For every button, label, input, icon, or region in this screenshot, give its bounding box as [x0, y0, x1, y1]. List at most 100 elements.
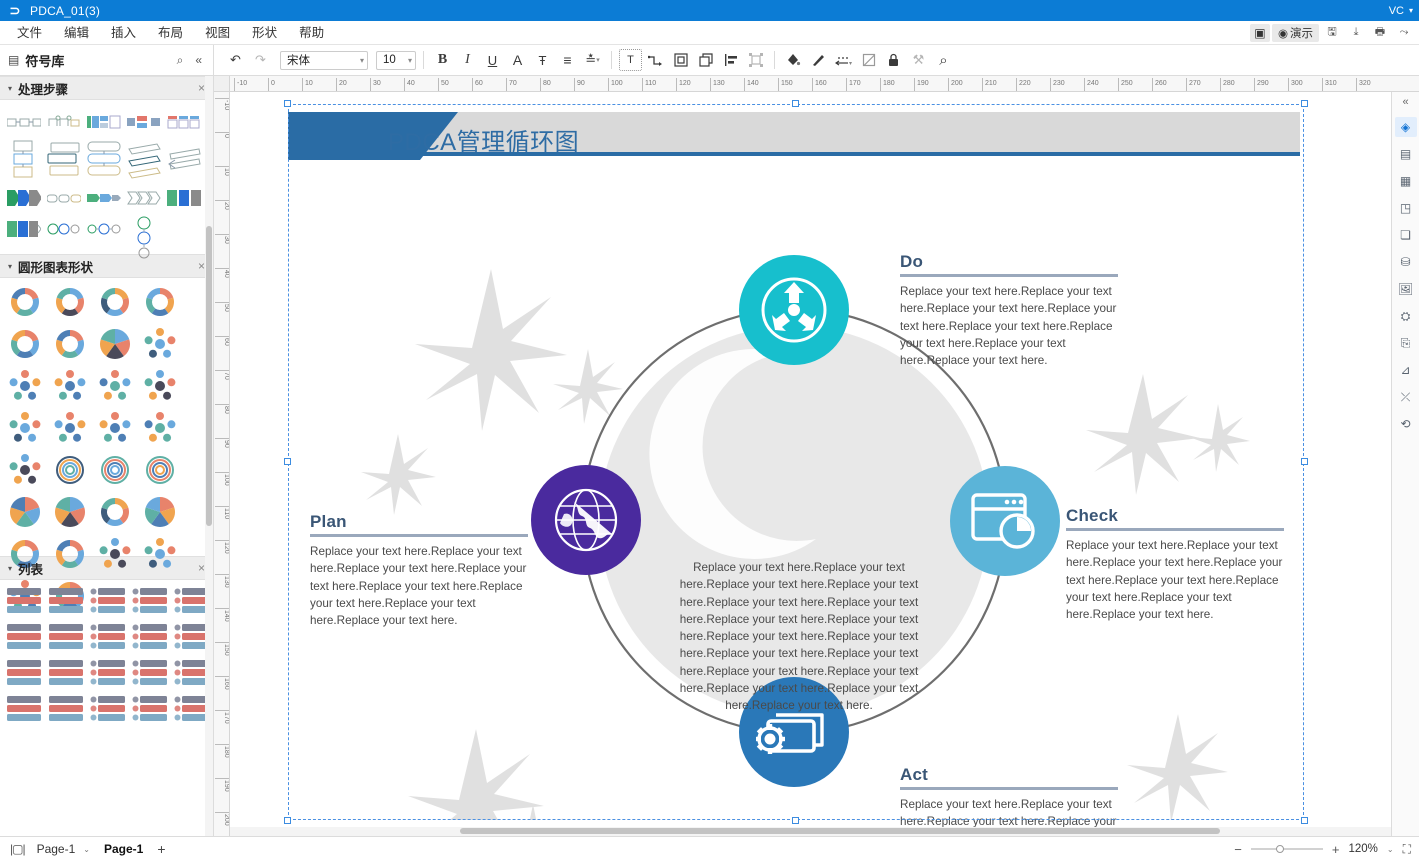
library-scrollbar-thumb[interactable] — [206, 226, 212, 526]
node-check[interactable] — [950, 466, 1060, 576]
resize-handle-top-left[interactable] — [284, 100, 291, 107]
zoom-search-button[interactable]: ⌕ — [932, 49, 955, 71]
add-page-button[interactable]: + — [157, 841, 165, 857]
fit-to-screen-icon[interactable]: ⛶ — [1403, 842, 1411, 857]
library-scrollbar-track[interactable] — [205, 76, 213, 836]
shape-thumb[interactable] — [6, 184, 42, 212]
node-plan[interactable] — [531, 465, 641, 575]
layers-button[interactable] — [694, 49, 717, 71]
shape-thumb[interactable] — [86, 139, 122, 181]
shape-thumb[interactable] — [6, 108, 42, 136]
shape-thumb[interactable] — [6, 622, 42, 652]
shape-thumb[interactable] — [143, 453, 177, 487]
shape-thumb[interactable] — [86, 108, 122, 136]
menu-view[interactable]: 视图 — [194, 21, 241, 45]
font-size-select[interactable]: 10 ▾ — [376, 50, 416, 70]
page-view-icon[interactable]: |▢| — [10, 842, 26, 856]
zoom-in-button[interactable]: + — [1332, 842, 1340, 857]
org-chart-icon[interactable]: ⛭ — [1395, 306, 1417, 326]
menu-file[interactable]: 文件 — [6, 21, 53, 45]
connector-button[interactable] — [644, 49, 667, 71]
zoom-level-label[interactable]: 120% — [1348, 843, 1377, 855]
line-style-button[interactable]: ▾ — [832, 49, 855, 71]
shape-thumb[interactable] — [53, 285, 87, 319]
resize-handle-bottom-left[interactable] — [284, 817, 291, 824]
shape-thumb[interactable] — [166, 184, 202, 212]
font-family-select[interactable]: 宋体 ▾ — [280, 50, 368, 70]
shape-thumb[interactable] — [98, 285, 132, 319]
lock-button[interactable] — [882, 49, 905, 71]
menu-insert[interactable]: 插入 — [100, 21, 147, 45]
shape-thumb[interactable] — [8, 453, 42, 487]
shape-thumb[interactable] — [48, 622, 84, 652]
resize-handle-middle-right[interactable] — [1301, 458, 1308, 465]
container-icon[interactable]: ❏ — [1395, 225, 1417, 245]
layers-icon[interactable]: ◳ — [1395, 198, 1417, 218]
shape-thumb[interactable] — [6, 694, 42, 724]
shape-thumb[interactable] — [53, 411, 87, 445]
shape-thumb[interactable] — [126, 139, 162, 181]
fill-color-button[interactable] — [782, 49, 805, 71]
page-setup-icon[interactable]: ▤ — [1395, 144, 1417, 164]
chevron-down-icon[interactable]: ⌄ — [1387, 845, 1394, 854]
document-page[interactable]: PDCA管理循环图 Plan Replace your text here.Re… — [284, 100, 1308, 836]
chevron-down-icon[interactable]: ⌄ — [83, 845, 90, 854]
shape-thumb[interactable] — [143, 327, 177, 361]
image-icon[interactable]: 🖼 — [1395, 279, 1417, 299]
resize-handle-middle-left[interactable] — [284, 458, 291, 465]
shape-thumb[interactable] — [166, 139, 202, 181]
shape-thumb[interactable] — [126, 215, 162, 261]
shape-thumb[interactable] — [126, 184, 162, 212]
save-icon[interactable]: 🖫 — [1321, 24, 1343, 42]
shape-thumb[interactable] — [53, 369, 87, 403]
export-icon[interactable]: ⎘ — [1395, 333, 1417, 353]
search-icon[interactable]: ⌕ — [174, 53, 187, 68]
shape-thumb[interactable] — [6, 139, 42, 181]
menu-layout[interactable]: 布局 — [147, 21, 194, 45]
shape-thumb[interactable] — [126, 108, 162, 136]
annotate-icon[interactable]: ⊿ — [1395, 360, 1417, 380]
menu-help[interactable]: 帮助 — [288, 21, 335, 45]
shape-thumb[interactable] — [48, 586, 84, 616]
shape-thumb[interactable] — [53, 453, 87, 487]
shape-thumb[interactable] — [8, 495, 42, 529]
undo-button[interactable]: ↶ — [224, 49, 247, 71]
shape-thumb[interactable] — [132, 694, 168, 724]
collapse-panel-icon[interactable]: « — [192, 53, 205, 67]
shape-thumb[interactable] — [143, 285, 177, 319]
titlebar-account[interactable]: VC ▾ — [1389, 5, 1413, 17]
vertical-ruler[interactable]: -10 0 10 20 30 40 50 60 70 80 90 100 110 120 130 140 150… — [214, 92, 230, 836]
drawing-canvas[interactable]: PDCA管理循环图 Plan Replace your text here.Re… — [230, 92, 1391, 836]
page-tab-page-1[interactable]: Page-1 — [104, 842, 143, 856]
resize-handle-top-center[interactable] — [792, 100, 799, 107]
text-align-button[interactable]: ≡ — [556, 49, 579, 71]
shape-thumb[interactable] — [90, 622, 126, 652]
shape-thumb[interactable] — [143, 495, 177, 529]
center-description[interactable]: Replace your text here.Replace your text… — [675, 559, 923, 715]
shape-thumb[interactable] — [86, 184, 122, 212]
close-icon[interactable]: × — [198, 259, 205, 273]
history-icon[interactable]: ⟲ — [1395, 414, 1417, 434]
shuffle-icon[interactable]: ⤫ — [1395, 387, 1417, 407]
library-section-lists[interactable]: ▾ 列表 × — [0, 556, 213, 580]
resize-handle-bottom-center[interactable] — [792, 817, 799, 824]
node-do[interactable] — [739, 255, 849, 365]
shape-thumb[interactable] — [86, 215, 122, 243]
collapse-rail-icon[interactable]: « — [1402, 96, 1408, 108]
shape-thumb[interactable] — [48, 694, 84, 724]
text-box-button[interactable]: T — [619, 49, 642, 71]
shape-thumb[interactable] — [8, 327, 42, 361]
zoom-out-button[interactable]: − — [1234, 842, 1242, 857]
theme-grid-icon[interactable]: ▦ — [1395, 171, 1417, 191]
block-act[interactable]: Act Replace your text here.Replace your … — [900, 765, 1118, 836]
shape-thumb[interactable] — [8, 411, 42, 445]
share-icon[interactable]: ⤳ — [1393, 24, 1415, 42]
shape-thumb[interactable] — [6, 586, 42, 616]
group-button[interactable] — [744, 49, 767, 71]
shape-thumb[interactable] — [90, 694, 126, 724]
container-button[interactable] — [669, 49, 692, 71]
canvas-hscrollbar-thumb[interactable] — [460, 828, 1220, 834]
tools-button[interactable]: ⚒ — [907, 49, 930, 71]
page-selector-label[interactable]: Page-1 — [37, 842, 76, 856]
print-icon[interactable]: 🖶 — [1369, 24, 1391, 42]
